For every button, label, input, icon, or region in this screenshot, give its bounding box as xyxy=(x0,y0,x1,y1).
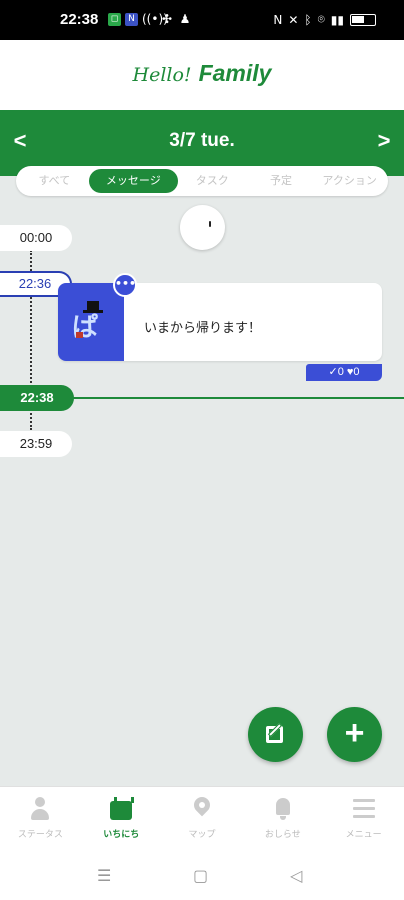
logo-hello: Hello! xyxy=(132,64,192,86)
back-icon[interactable]: ◁ xyxy=(290,866,302,885)
map-pin-icon xyxy=(193,797,211,821)
current-time-line xyxy=(72,397,404,399)
check-count: 0 xyxy=(337,366,344,378)
status-time: 22:38 xyxy=(60,11,99,28)
loading-spinner xyxy=(180,205,225,250)
battery-icon xyxy=(350,13,376,26)
time-end: 23:59 xyxy=(0,431,72,457)
nfc-icon: N xyxy=(273,12,283,27)
tab-messages[interactable]: メッセージ xyxy=(88,169,178,193)
person-icon xyxy=(30,797,50,821)
nav-map[interactable]: マップ xyxy=(162,787,243,850)
home-icon[interactable]: ▢ xyxy=(193,866,208,885)
avatar-text: ぱ xyxy=(72,312,99,342)
filter-tabs: すべて メッセージ タスク 予定 アクション xyxy=(16,166,388,196)
system-icons: N ✕ ᛒ ⌾ ▮▮ xyxy=(273,12,376,27)
compose-button[interactable] xyxy=(248,707,303,762)
bottom-navigation: ステータス いちにち マップ おしらせ メニュー xyxy=(0,786,404,850)
message-card[interactable]: ぱ いまから帰ります！ xyxy=(58,283,382,361)
tab-actions[interactable]: アクション xyxy=(315,169,384,193)
fan-icon: ✣ xyxy=(161,12,173,26)
nav-notifications[interactable]: おしらせ xyxy=(242,787,323,850)
app-blue-icon: N xyxy=(125,13,138,26)
notification-icons: ◻ N ((•)) ✣ ♟ xyxy=(108,13,192,26)
plus-icon: + xyxy=(344,714,365,752)
wireless-icon: ((•)) xyxy=(142,12,168,26)
mute-icon: ✕ xyxy=(288,12,299,27)
bell-icon xyxy=(273,797,293,821)
time-start: 00:00 xyxy=(0,225,72,251)
menu-icon xyxy=(352,797,375,821)
nav-label: メニュー xyxy=(345,830,382,840)
message-text: いまから帰ります！ xyxy=(144,321,262,336)
tab-schedule[interactable]: 予定 xyxy=(247,169,316,193)
app-green-icon: ◻ xyxy=(108,13,121,26)
time-now: 22:38 xyxy=(0,385,74,411)
nav-menu[interactable]: メニュー xyxy=(323,787,404,850)
nav-label: おしらせ xyxy=(264,830,301,840)
nav-daily[interactable]: いちにち xyxy=(81,787,162,850)
bag-icon xyxy=(76,332,83,338)
status-bar: 22:38 ◻ N ((•)) ✣ ♟ N ✕ ᛒ ⌾ ▮▮ xyxy=(0,0,404,40)
recent-apps-icon[interactable]: ☰ xyxy=(97,866,111,885)
avatar: ぱ xyxy=(58,283,124,361)
next-day-button[interactable]: > xyxy=(372,128,396,154)
date-title: 3/7 tue. xyxy=(169,130,235,151)
check-icon: ✓ xyxy=(328,366,338,378)
signal-icon: ▮▮ xyxy=(330,12,344,27)
bluetooth-icon: ᛒ xyxy=(304,12,312,27)
person-icon: ♟ xyxy=(179,12,191,26)
heart-count: 0 xyxy=(353,366,360,378)
calendar-icon xyxy=(110,797,135,821)
tab-tasks[interactable]: タスク xyxy=(178,169,247,193)
nav-label: ステータス xyxy=(17,830,63,840)
add-button[interactable]: + xyxy=(327,707,382,762)
nav-status[interactable]: ステータス xyxy=(0,787,81,850)
app-logo: Hello! Family xyxy=(0,60,404,87)
nav-label: マップ xyxy=(188,830,216,840)
location-icon: ⌾ xyxy=(317,12,325,26)
app-header: Hello! Family xyxy=(0,40,404,110)
system-navigation: ☰ ▢ ◁ xyxy=(0,850,404,900)
nav-label: いちにち xyxy=(103,830,140,840)
logo-family: Family xyxy=(198,60,272,86)
reaction-counts[interactable]: ✓0 ♥0 xyxy=(306,364,382,381)
more-options-icon[interactable]: ••• xyxy=(113,273,137,297)
tab-all[interactable]: すべて xyxy=(20,169,89,193)
